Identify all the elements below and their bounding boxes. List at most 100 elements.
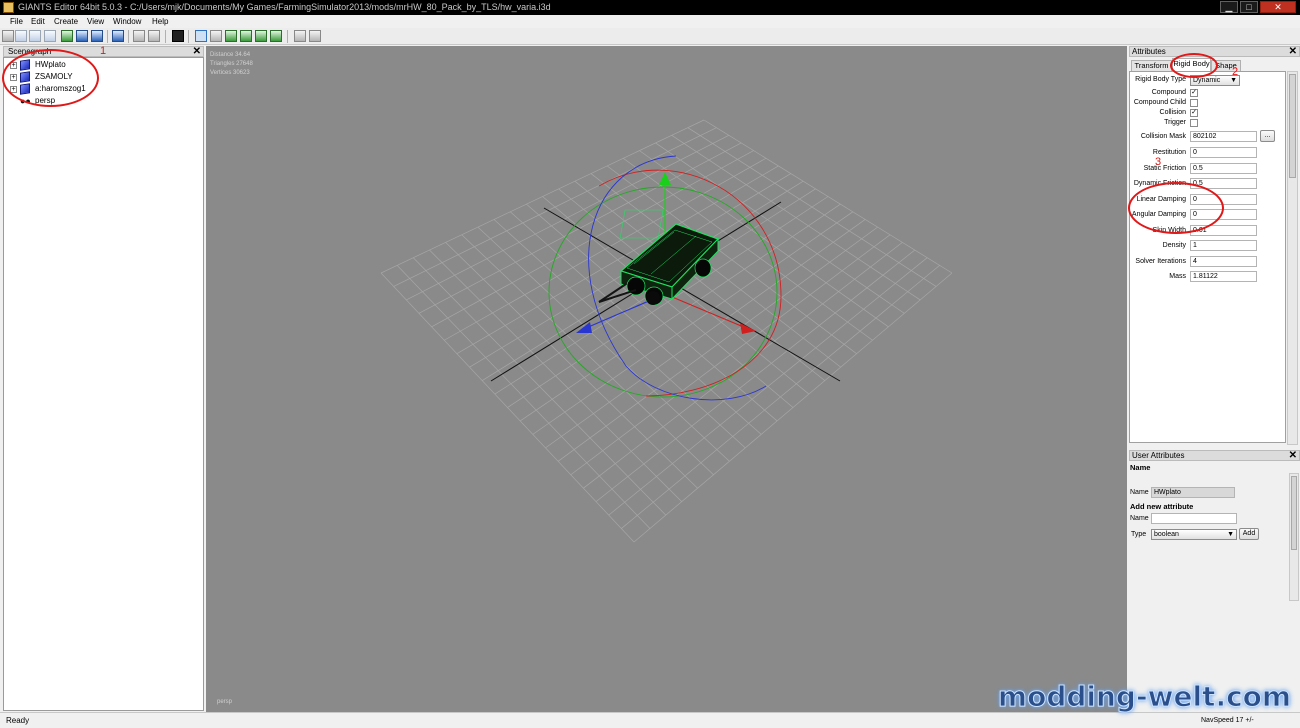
attributes-header: Attributes ✕ [1129, 46, 1300, 57]
scrollbar-thumb[interactable] [1291, 476, 1297, 550]
new-file-icon[interactable] [2, 30, 14, 42]
annotation-ellipse-2 [1170, 53, 1218, 78]
mass-label: Mass [1169, 273, 1186, 280]
compound-child-label: Compound Child [1133, 99, 1186, 106]
trigger-checkbox[interactable] [1190, 119, 1198, 127]
new-attr-name-input[interactable] [1151, 513, 1237, 524]
density-input[interactable]: 1 [1190, 240, 1257, 251]
rigid-body-properties: Rigid Body Type Dynamic ▼ Compound ✓ Com… [1129, 71, 1286, 443]
terrain-sculpt-icon[interactable] [225, 30, 237, 42]
gizmo-y-arrow [659, 172, 671, 185]
user-attributes-scrollbar[interactable] [1289, 473, 1299, 601]
static-friction-label: Static Friction [1143, 165, 1186, 172]
user-attributes-close-icon[interactable]: ✕ [1289, 450, 1297, 461]
user-attr-name-label: Name [1130, 489, 1149, 496]
annotation-ellipse-1 [2, 49, 99, 107]
user-attributes-header: User Attributes ✕ [1129, 450, 1300, 461]
magnet-icon[interactable] [210, 30, 222, 42]
new-attr-type-value: boolean [1154, 531, 1179, 538]
gizmo-x-arrow [740, 323, 756, 334]
annotation-number-2: 2 [1232, 66, 1239, 78]
restitution-label: Restitution [1152, 149, 1186, 156]
tab-transform[interactable]: Transform [1131, 60, 1172, 71]
new-attr-name-label: Name [1130, 515, 1149, 522]
new-attr-type-label: Type [1131, 531, 1147, 538]
close-button[interactable]: ✕ [1260, 1, 1296, 13]
maximize-button[interactable]: □ [1240, 1, 1258, 13]
rigid-body-type-value: Dynamic [1193, 77, 1221, 84]
rigid-body-type-label: Rigid Body Type [1135, 76, 1186, 83]
import-icon[interactable] [91, 30, 103, 42]
watermark-logo: modding-welt.com [994, 680, 1295, 720]
restitution-input[interactable]: 0 [1190, 147, 1257, 158]
toolbar [0, 28, 1300, 45]
undo-icon[interactable] [112, 30, 124, 42]
annotation-number-3: 3 [1155, 156, 1162, 168]
scenegraph-tree[interactable]: + HWplato + ZSAMOLY + a:haromszog1 ●● pe… [3, 57, 204, 711]
static-friction-input[interactable]: 0.5 [1190, 163, 1257, 174]
add-attribute-heading: Add new attribute [1130, 502, 1194, 511]
add-attribute-button[interactable]: Add [1239, 528, 1259, 540]
gizmo-x-line [664, 293, 747, 329]
settings-alt-icon[interactable] [309, 30, 321, 42]
plant-icon[interactable] [270, 30, 282, 42]
app-icon [3, 2, 14, 13]
settings-icon[interactable] [294, 30, 306, 42]
trailer-model [598, 209, 720, 306]
user-attr-name-heading: Name [1130, 463, 1151, 472]
refresh-icon[interactable] [44, 30, 56, 42]
grid-line [703, 119, 953, 274]
attributes-close-icon[interactable]: ✕ [1289, 46, 1297, 57]
menu-file[interactable]: File [10, 17, 23, 26]
user-attr-name-field: HWplato [1151, 487, 1235, 498]
open-file-icon[interactable] [15, 30, 27, 42]
user-attributes-title: User Attributes [1132, 451, 1185, 460]
open-folder-icon[interactable] [29, 30, 41, 42]
trigger-label: Trigger [1164, 119, 1186, 126]
compound-checkbox[interactable]: ✓ [1190, 89, 1198, 97]
window-title: GIANTS Editor 64bit 5.0.3 - C:/Users/mjk… [18, 2, 551, 12]
scenegraph-close-icon[interactable]: ✕ [193, 46, 201, 57]
play-icon[interactable] [172, 30, 184, 42]
minimize-button[interactable]: ▁ [1220, 1, 1238, 13]
collision-mask-button[interactable]: ... [1260, 130, 1275, 142]
menu-bar: File Edit Create View Window Help [0, 15, 1300, 28]
redo-icon[interactable] [133, 30, 145, 42]
collision-label: Collision [1159, 109, 1186, 116]
new-attr-type-select[interactable]: boolean ▼ [1151, 529, 1237, 540]
watermark-text: modding-welt.com [997, 680, 1292, 714]
collision-checkbox[interactable]: ✓ [1190, 109, 1198, 117]
user-attributes-panel: Name Name HWplato Add new attribute Name… [1129, 461, 1300, 711]
compound-child-checkbox[interactable] [1190, 99, 1198, 107]
camera-label: persp [217, 699, 233, 705]
solver-iterations-label: Solver Iterations [1135, 258, 1186, 265]
foliage-paint-icon[interactable] [255, 30, 267, 42]
collision-mask-input[interactable]: 802102 [1190, 131, 1257, 142]
mass-input[interactable]: 1.81122 [1190, 271, 1257, 282]
save-as-icon[interactable] [76, 30, 88, 42]
annotation-ellipse-3 [1128, 182, 1224, 234]
collision-mask-label: Collision Mask [1140, 133, 1186, 140]
terrain-paint-icon[interactable] [240, 30, 252, 42]
chevron-down-icon: ▼ [1227, 531, 1234, 538]
3d-viewport[interactable]: Distance 34.64 Triangles 27648 Vertices … [206, 46, 1127, 712]
scrollbar-thumb[interactable] [1289, 74, 1296, 178]
redo-alt-icon[interactable] [148, 30, 160, 42]
annotation-number-1: 1 [100, 45, 107, 57]
menu-window[interactable]: Window [113, 17, 141, 26]
title-bar: GIANTS Editor 64bit 5.0.3 - C:/Users/mjk… [0, 0, 1300, 15]
solver-iterations-input[interactable]: 4 [1190, 256, 1257, 267]
select-tool-icon[interactable] [195, 30, 207, 42]
menu-edit[interactable]: Edit [31, 17, 45, 26]
compound-label: Compound [1151, 89, 1186, 96]
save-icon[interactable] [61, 30, 73, 42]
grid-line [687, 127, 937, 287]
attributes-scrollbar[interactable] [1287, 71, 1298, 445]
status-text: Ready [6, 716, 30, 725]
menu-create[interactable]: Create [54, 17, 78, 26]
menu-view[interactable]: View [87, 17, 104, 26]
density-label: Density [1162, 242, 1186, 249]
scene-render [380, 119, 953, 543]
menu-help[interactable]: Help [152, 17, 168, 26]
attributes-title: Attributes [1132, 47, 1166, 56]
